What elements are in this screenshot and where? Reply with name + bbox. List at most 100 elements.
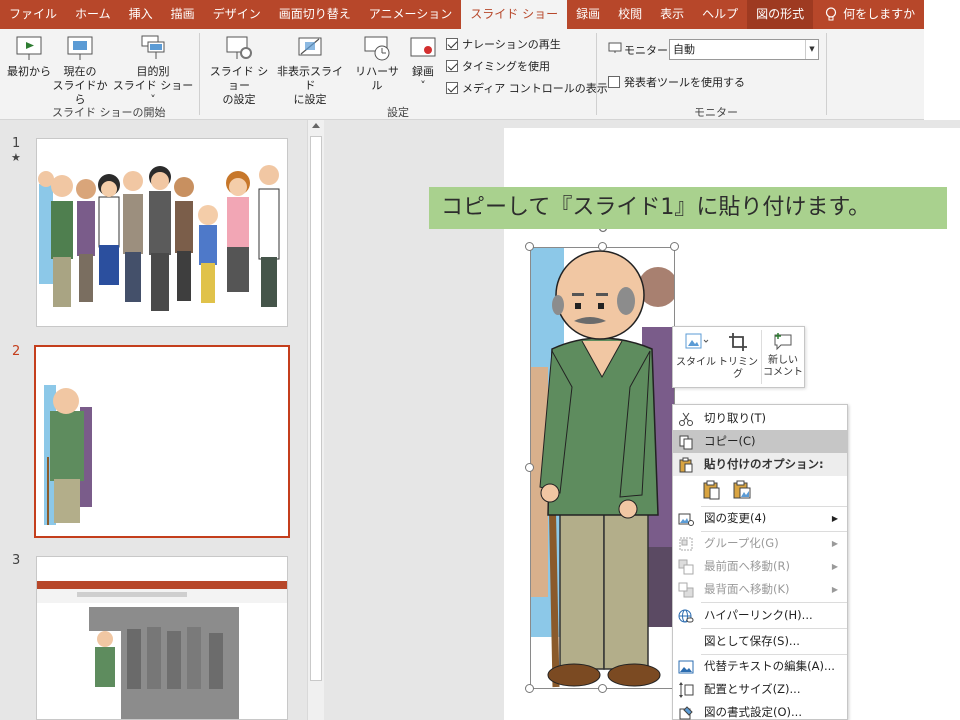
tab-home[interactable]: ホーム — [66, 0, 120, 29]
setup-slideshow-label-1: スライド ショー — [209, 65, 269, 92]
menu-item-size-and-position[interactable]: 配置とサイズ(Z)... — [673, 678, 847, 701]
rehearse-timings-button[interactable]: リハーサル — [350, 33, 404, 93]
setup-slideshow-button[interactable]: スライド ショー の設定 — [206, 33, 272, 107]
tab-design[interactable]: デザイン — [204, 0, 270, 29]
picture-style-button[interactable]: スタイル — [676, 331, 716, 369]
hide-slide-button[interactable]: 非表示スライド に設定 — [274, 33, 346, 107]
scissors-icon — [679, 412, 693, 426]
alt-text-icon — [678, 660, 694, 674]
checkbox-unchecked-icon — [608, 76, 620, 88]
monitor-select[interactable]: 自動 ▼ — [669, 39, 819, 60]
thumbnails-scrollbar[interactable] — [307, 120, 324, 720]
size-position-icon — [679, 682, 694, 698]
from-current-button[interactable]: 現在の スライドから — [52, 33, 108, 107]
presenter-view-checkbox[interactable]: 発表者ツールを使用する — [608, 74, 745, 90]
from-beginning-button[interactable]: 最初から — [6, 33, 52, 79]
new-comment-button[interactable]: 新しい コメント — [763, 331, 803, 379]
group-divider — [596, 33, 597, 115]
group-icon — [679, 537, 693, 551]
menu-item-format-picture[interactable]: 図の書式設定(O)... — [673, 701, 847, 720]
picture-style-label: スタイル — [676, 357, 716, 368]
tab-recording[interactable]: 録画 — [567, 0, 609, 29]
custom-slideshow-label-1: 目的別 — [136, 65, 170, 78]
resize-handle-left[interactable] — [525, 463, 534, 472]
menu-item-edit-alt-text[interactable]: 代替テキストの編集(A)... — [673, 655, 847, 678]
menu-item-save-as-picture[interactable]: 図として保存(S)... — [673, 630, 847, 653]
screenshot-thumbnail-image — [37, 581, 287, 719]
menu-item-hyperlink[interactable]: ハイパーリンク(H)... — [673, 604, 847, 627]
ribbon-panel: 最初から 現在の スライドから 目的別 スライド ショー ˅ スライド ショー … — [0, 29, 924, 120]
menu-separator — [701, 628, 847, 629]
checkbox-checked-icon — [446, 82, 458, 94]
slide-thumbnail-2[interactable] — [34, 345, 290, 538]
slide-number-3: 3 — [12, 553, 21, 568]
copy-icon — [679, 435, 693, 450]
show-media-controls-checkbox[interactable]: メディア コントロールの表示 — [446, 80, 608, 96]
resize-handle-bottom-left[interactable] — [525, 684, 534, 693]
monitor-icon — [608, 42, 622, 53]
toolbar-divider — [761, 330, 762, 384]
record-icon — [410, 37, 436, 57]
resize-handle-top-left[interactable] — [525, 242, 534, 251]
monitor-select-value: 自動 — [673, 43, 695, 56]
context-menu: 切り取り(T) コピー(C) 貼り付けのオプション: 図の変更(4) ▶ グルー… — [672, 404, 848, 720]
paste-as-picture-button[interactable] — [731, 479, 753, 501]
group-label-start-slideshow: スライド ショーの開始 — [52, 106, 166, 119]
slide-thumbnail-3[interactable] — [36, 556, 288, 720]
hyperlink-icon — [678, 609, 694, 623]
menu-item-send-to-back: 最背面へ移動(K) ▶ — [673, 578, 847, 601]
paste-options-header: 貼り付けのオプション: — [673, 453, 847, 476]
menu-item-change-picture[interactable]: 図の変更(4) ▶ — [673, 507, 847, 530]
tab-review[interactable]: 校閲 — [609, 0, 651, 29]
tab-draw[interactable]: 描画 — [162, 0, 204, 29]
scrollbar-thumb[interactable] — [310, 136, 322, 681]
tab-animations[interactable]: アニメーション — [360, 0, 462, 29]
tab-view[interactable]: 表示 — [651, 0, 693, 29]
resize-handle-bottom[interactable] — [598, 684, 607, 693]
tab-insert[interactable]: 挿入 — [120, 0, 162, 29]
scroll-up-arrow-icon[interactable] — [312, 123, 320, 128]
from-current-label-1: 現在の — [63, 65, 97, 78]
group-divider — [826, 33, 827, 115]
chevron-down-icon: ▼ — [805, 40, 818, 59]
menu-item-cut[interactable]: 切り取り(T) — [673, 407, 847, 430]
crop-button[interactable]: トリミング — [717, 331, 759, 381]
use-timings-label: タイミングを使用 — [462, 60, 550, 73]
new-comment-label-2: コメント — [763, 367, 803, 378]
menu-item-cut-label: 切り取り(T) — [704, 411, 766, 425]
paste-picture-icon — [733, 480, 751, 499]
tell-me-box[interactable]: 何をしますか — [813, 0, 924, 29]
record-dropdown-arrow[interactable]: ˅ — [420, 79, 426, 92]
resize-handle-top[interactable] — [598, 242, 607, 251]
picture-selection-frame — [530, 247, 675, 689]
menu-item-copy-label: コピー(C) — [704, 434, 756, 448]
tab-help[interactable]: ヘルプ — [693, 0, 747, 29]
play-narration-checkbox[interactable]: ナレーションの再生 — [446, 36, 561, 52]
rehearse-timings-icon — [364, 36, 390, 61]
tab-slideshow[interactable]: スライド ショー — [461, 0, 568, 29]
slideshow-current-icon — [67, 36, 93, 60]
menu-item-hyperlink-label: ハイパーリンク(H)... — [704, 608, 813, 622]
menu-item-change-picture-label: 図の変更(4) — [704, 511, 767, 525]
menu-item-copy[interactable]: コピー(C) — [673, 430, 847, 453]
slide-thumbnail-1[interactable] — [36, 138, 288, 327]
tab-transitions[interactable]: 画面切り替え — [270, 0, 360, 29]
paste-use-destination-button[interactable] — [701, 479, 723, 501]
slide-number-2: 2 — [12, 344, 21, 359]
crop-icon — [729, 333, 747, 351]
record-button[interactable]: 録画 ˅ — [406, 33, 440, 93]
crowd-illustration-image — [37, 139, 287, 326]
menu-item-size-and-position-label: 配置とサイズ(Z)... — [704, 682, 801, 696]
checkbox-checked-icon — [446, 60, 458, 72]
format-picture-icon — [679, 706, 693, 720]
submenu-arrow-icon: ▶ — [831, 585, 838, 594]
submenu-arrow-icon: ▶ — [831, 514, 838, 523]
resize-handle-top-right[interactable] — [670, 242, 679, 251]
tab-file[interactable]: ファイル — [0, 0, 66, 29]
record-label: 録画 — [412, 65, 434, 78]
tab-picture-format[interactable]: 図の形式 — [747, 0, 814, 29]
tell-me-label: 何をしますか — [843, 7, 916, 21]
custom-slideshow-button[interactable]: 目的別 スライド ショー ˅ — [112, 33, 194, 107]
setup-slideshow-icon — [226, 36, 252, 59]
use-timings-checkbox[interactable]: タイミングを使用 — [446, 58, 550, 74]
